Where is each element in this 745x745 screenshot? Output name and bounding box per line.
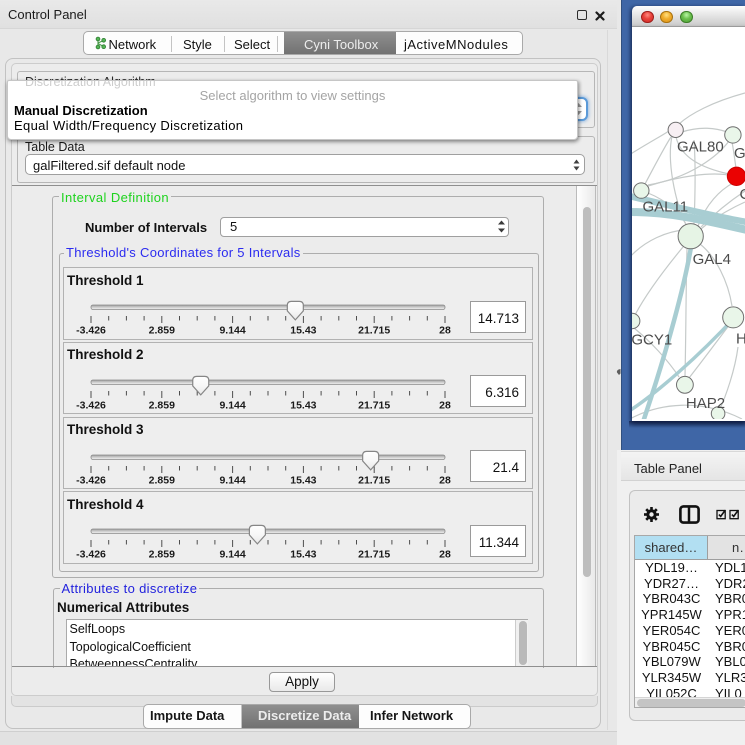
svg-text:9.144: 9.144 [219, 399, 245, 411]
svg-text:2.859: 2.859 [149, 325, 175, 337]
svg-text:-3.426: -3.426 [76, 474, 106, 486]
svg-text:15.43: 15.43 [290, 399, 316, 411]
svg-text:C: C [740, 186, 745, 203]
svg-text:21.715: 21.715 [358, 549, 390, 561]
svg-text:2.859: 2.859 [149, 549, 175, 561]
svg-text:-3.426: -3.426 [76, 399, 106, 411]
svg-text:28: 28 [439, 549, 451, 561]
svg-text:15.43: 15.43 [290, 325, 316, 337]
svg-text:-3.426: -3.426 [76, 325, 106, 337]
svg-text:21.715: 21.715 [358, 399, 390, 411]
svg-text:GCY1: GCY1 [632, 332, 672, 349]
svg-text:9.144: 9.144 [219, 474, 245, 486]
svg-text:28: 28 [439, 399, 451, 411]
svg-text:21.715: 21.715 [358, 474, 390, 486]
svg-text:2.859: 2.859 [149, 399, 175, 411]
svg-text:15.43: 15.43 [290, 549, 316, 561]
svg-text:HAP2: HAP2 [686, 395, 725, 412]
svg-text:GA: GA [734, 145, 745, 162]
svg-text:2.859: 2.859 [149, 474, 175, 486]
svg-text:9.144: 9.144 [219, 325, 245, 337]
svg-text:28: 28 [439, 325, 451, 337]
svg-text:15.43: 15.43 [290, 474, 316, 486]
svg-text:GAL80: GAL80 [677, 139, 724, 156]
svg-text:H: H [736, 331, 745, 348]
svg-text:21.715: 21.715 [358, 325, 390, 337]
svg-text:GAL4: GAL4 [693, 251, 731, 268]
svg-text:9.144: 9.144 [219, 549, 245, 561]
svg-text:-3.426: -3.426 [76, 549, 106, 561]
svg-text:28: 28 [439, 474, 451, 486]
svg-text:GAL11: GAL11 [643, 199, 689, 216]
